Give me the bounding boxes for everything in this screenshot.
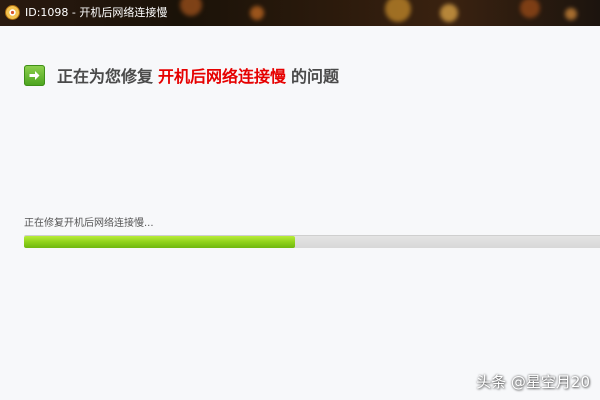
progress-bar bbox=[24, 235, 600, 248]
progress-status-text: 正在修复开机后网络连接慢... bbox=[24, 218, 154, 229]
heading-suffix: 的问题 bbox=[291, 67, 340, 86]
title-bar-decoration bbox=[440, 4, 458, 22]
repair-heading: 正在为您修复 开机后网络连接慢 的问题 bbox=[24, 64, 339, 86]
app-logo-icon bbox=[5, 5, 20, 20]
title-bar[interactable]: ID:1098 - 开机后网络连接慢 bbox=[0, 0, 600, 26]
arrow-right-icon bbox=[24, 64, 45, 86]
heading-prefix: 正在为您修复 bbox=[57, 67, 154, 86]
progress-bar-fill bbox=[24, 236, 295, 248]
title-bar-decoration bbox=[520, 0, 540, 18]
main-panel: 正在为您修复 开机后网络连接慢 的问题 正在修复开机后网络连接慢... 头条 @… bbox=[0, 26, 600, 400]
title-bar-decoration bbox=[250, 6, 264, 20]
watermark: 头条 @星空月20 bbox=[476, 373, 590, 391]
heading-problem-name: 开机后网络连接慢 bbox=[158, 67, 287, 86]
window-title: ID:1098 - 开机后网络连接慢 bbox=[25, 6, 168, 19]
title-bar-decoration bbox=[565, 8, 577, 20]
title-bar-decoration bbox=[180, 0, 202, 16]
title-bar-decoration bbox=[385, 0, 411, 22]
